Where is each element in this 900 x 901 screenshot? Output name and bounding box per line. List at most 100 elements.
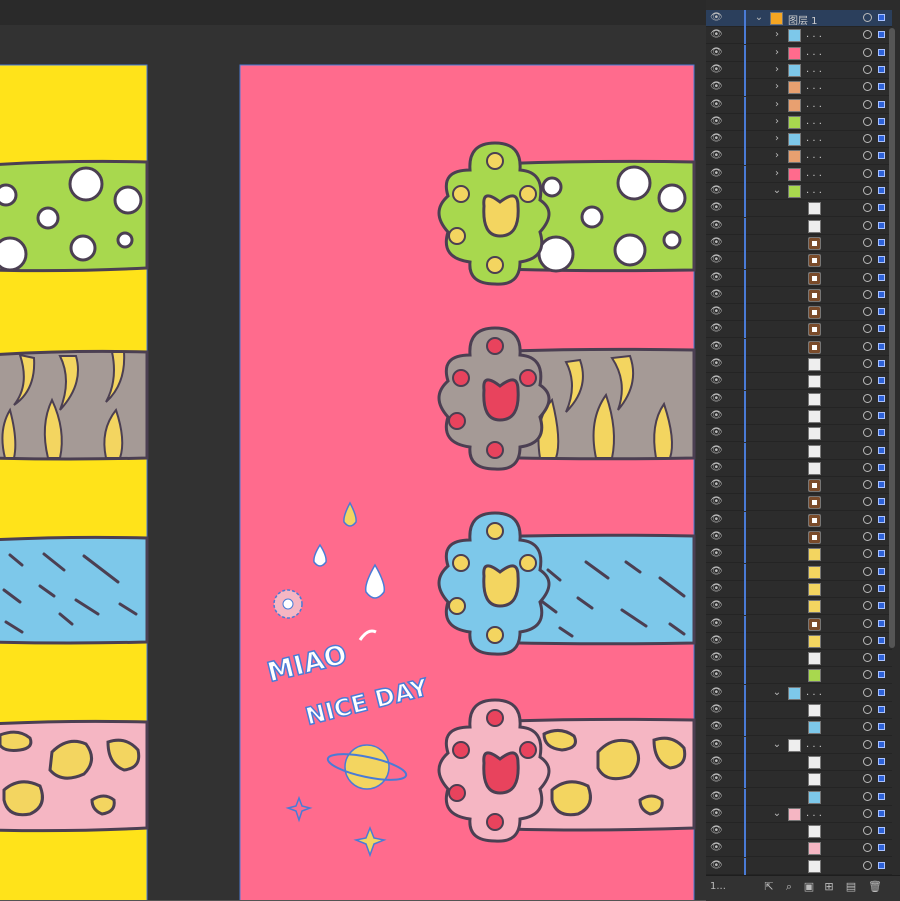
eye-icon[interactable]: 👁 (710, 722, 723, 732)
target-circle-icon[interactable] (863, 756, 872, 766)
selection-square-icon[interactable] (878, 31, 885, 39)
pink-paw-arm[interactable] (437, 698, 696, 843)
eye-icon[interactable]: 👁 (710, 635, 723, 646)
layer-row[interactable]: 👁 (706, 788, 892, 806)
layer-name[interactable]: . . . (806, 150, 822, 161)
layer-row[interactable]: 👁 (706, 373, 892, 391)
selection-square-icon[interactable] (878, 861, 885, 869)
eye-icon[interactable]: 👁 (710, 583, 723, 594)
eye-icon[interactable]: 👁 (710, 255, 723, 265)
selection-square-icon[interactable] (878, 463, 885, 471)
layer-row[interactable]: 👁 (706, 304, 892, 322)
chevron-right-icon[interactable]: › (772, 28, 782, 42)
layer-row[interactable]: 👁 ⌄ . . . (706, 805, 892, 823)
layer-row[interactable]: 👁 ⌄ . . . (706, 736, 892, 754)
eye-icon[interactable]: 👁 (710, 289, 723, 300)
layer-row[interactable]: 👁 (706, 563, 892, 581)
eye-icon[interactable]: 👁 (710, 30, 723, 40)
layer-row[interactable]: 👁 › . . . (706, 148, 892, 166)
layer-row[interactable]: 👁 ⌄ . . . (706, 183, 892, 200)
target-circle-icon[interactable] (863, 237, 872, 247)
gray-paw-arm[interactable] (437, 326, 696, 471)
layer-name[interactable]: . . . (806, 99, 822, 110)
eye-icon[interactable]: 👁 (710, 82, 723, 92)
eye-icon[interactable]: 👁 (710, 739, 723, 750)
eye-icon[interactable]: 👁 (710, 116, 723, 127)
selection-square-icon[interactable] (878, 584, 885, 592)
layer-name[interactable]: . . . (806, 116, 822, 127)
target-circle-icon[interactable] (863, 376, 872, 386)
eye-icon[interactable]: 👁 (710, 64, 723, 75)
selection-square-icon[interactable] (878, 221, 885, 229)
eye-icon[interactable]: 👁 (710, 480, 723, 490)
selection-square-icon[interactable] (878, 100, 885, 108)
target-circle-icon[interactable] (863, 532, 872, 541)
eye-icon[interactable]: 👁 (710, 186, 723, 196)
layer-row[interactable]: 👁 (706, 823, 892, 841)
eye-icon[interactable]: 👁 (710, 393, 723, 404)
target-circle-icon[interactable] (863, 289, 872, 299)
target-circle-icon[interactable] (863, 99, 872, 109)
target-circle-icon[interactable] (863, 601, 872, 611)
selection-square-icon[interactable] (878, 83, 885, 91)
layer-row[interactable]: 👁 (706, 407, 892, 425)
target-circle-icon[interactable] (863, 791, 872, 801)
selection-square-icon[interactable] (878, 429, 885, 437)
layer-row[interactable]: 👁 (706, 269, 892, 287)
target-circle-icon[interactable] (863, 255, 872, 265)
chevron-down-icon[interactable]: ⌄ (772, 738, 782, 752)
eye-icon[interactable]: 👁 (710, 826, 723, 836)
target-circle-icon[interactable] (863, 324, 872, 334)
selection-square-icon[interactable] (878, 169, 885, 177)
target-circle-icon[interactable] (863, 203, 872, 213)
target-circle-icon[interactable] (863, 705, 872, 714)
layer-name[interactable]: . . . (806, 739, 822, 750)
blue-paw-arm[interactable] (437, 511, 696, 656)
target-circle-icon[interactable] (863, 116, 872, 126)
chevron-right-icon[interactable]: › (772, 98, 782, 112)
selection-square-icon[interactable] (878, 377, 885, 385)
eye-icon[interactable]: 👁 (710, 687, 723, 698)
eye-icon[interactable]: 👁 (710, 843, 723, 853)
selection-square-icon[interactable] (878, 204, 885, 212)
selection-square-icon[interactable] (878, 446, 885, 454)
chevron-right-icon[interactable]: › (772, 132, 782, 146)
eye-icon[interactable]: 👁 (710, 359, 723, 369)
layer-name[interactable]: . . . (806, 64, 822, 75)
target-circle-icon[interactable] (863, 272, 872, 282)
selection-square-icon[interactable] (878, 757, 885, 765)
target-circle-icon[interactable] (863, 497, 872, 507)
target-circle-icon[interactable] (863, 13, 872, 22)
layer-row[interactable]: 👁 › . . . (706, 131, 892, 149)
layer-row[interactable]: 👁 (706, 753, 892, 771)
layer-row[interactable]: 👁 › . . . (706, 61, 892, 79)
target-circle-icon[interactable] (863, 774, 872, 784)
target-circle-icon[interactable] (863, 843, 872, 853)
target-circle-icon[interactable] (863, 583, 872, 593)
layer-row[interactable]: 👁 (706, 529, 892, 546)
target-circle-icon[interactable] (863, 410, 872, 420)
target-circle-icon[interactable] (863, 134, 872, 144)
target-circle-icon[interactable] (863, 220, 872, 230)
layer-row[interactable]: 👁 (706, 667, 892, 685)
layer-name[interactable]: . . . (806, 168, 822, 179)
selection-square-icon[interactable] (878, 775, 885, 783)
layer-row[interactable]: 👁 › . . . (706, 96, 892, 114)
layer-row[interactable]: 👁 (706, 442, 892, 460)
layer-name[interactable]: . . . (806, 133, 822, 144)
target-circle-icon[interactable] (863, 653, 872, 663)
target-circle-icon[interactable] (863, 549, 872, 559)
selection-square-icon[interactable] (878, 550, 885, 558)
layer-row[interactable]: 👁 (706, 857, 892, 875)
left-gray-arm[interactable] (0, 349, 149, 461)
layer-row[interactable]: 👁 (706, 840, 892, 858)
new-layer-icon[interactable]: ▤ (844, 880, 858, 894)
target-circle-icon[interactable] (863, 739, 872, 749)
layer-row[interactable]: 👁 (706, 615, 892, 633)
target-circle-icon[interactable] (863, 670, 872, 680)
eye-icon[interactable]: 👁 (710, 791, 723, 802)
eye-icon[interactable]: 👁 (710, 203, 723, 213)
layer-row[interactable]: 👁 (706, 650, 892, 668)
eye-icon[interactable]: 👁 (710, 860, 723, 871)
eye-icon[interactable]: 👁 (710, 566, 723, 577)
